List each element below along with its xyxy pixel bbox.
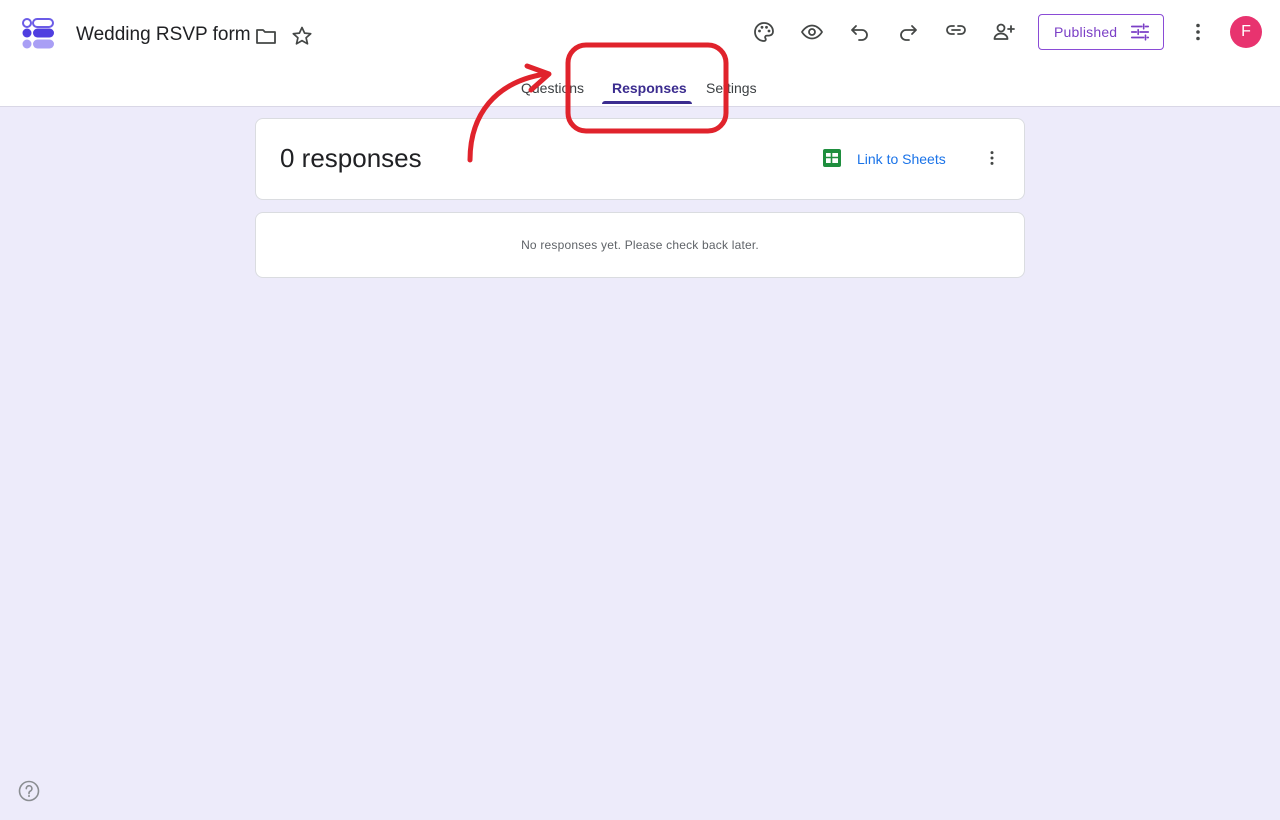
avatar[interactable]: F [1230, 16, 1262, 48]
published-button[interactable]: Published [1038, 14, 1164, 50]
active-tab-indicator [602, 101, 692, 104]
undo-icon[interactable] [840, 12, 880, 52]
sheets-icon[interactable] [823, 149, 843, 169]
tab-settings[interactable]: Settings [706, 80, 757, 96]
folder-icon[interactable] [246, 16, 286, 56]
empty-state-card: No responses yet. Please check back late… [255, 212, 1025, 278]
link-icon[interactable] [936, 10, 976, 50]
empty-state-message: No responses yet. Please check back late… [521, 238, 759, 252]
response-count: 0 responses [280, 143, 422, 173]
person-add-icon[interactable] [984, 12, 1024, 52]
responses-summary-card: 0 responses Link to Sheets [255, 118, 1025, 200]
palette-icon[interactable] [744, 12, 784, 52]
link-to-sheets-button[interactable]: Link to Sheets [857, 151, 946, 167]
redo-icon[interactable] [888, 12, 928, 52]
tune-icon [1130, 23, 1150, 41]
published-label: Published [1054, 24, 1118, 40]
eye-icon[interactable] [792, 12, 832, 52]
forms-logo-icon[interactable] [22, 17, 56, 49]
help-icon[interactable] [18, 780, 40, 802]
form-title[interactable]: Wedding RSVP form [76, 24, 251, 46]
top-bar: Wedding RSVP form Published F Questions … [0, 0, 1280, 107]
star-icon[interactable] [282, 16, 322, 56]
more-vert-icon[interactable] [1178, 12, 1218, 52]
tab-bar: Questions Responses Settings [0, 68, 1280, 107]
more-vert-icon[interactable] [976, 140, 1008, 176]
tab-questions[interactable]: Questions [521, 80, 584, 96]
tab-responses[interactable]: Responses [612, 80, 687, 96]
